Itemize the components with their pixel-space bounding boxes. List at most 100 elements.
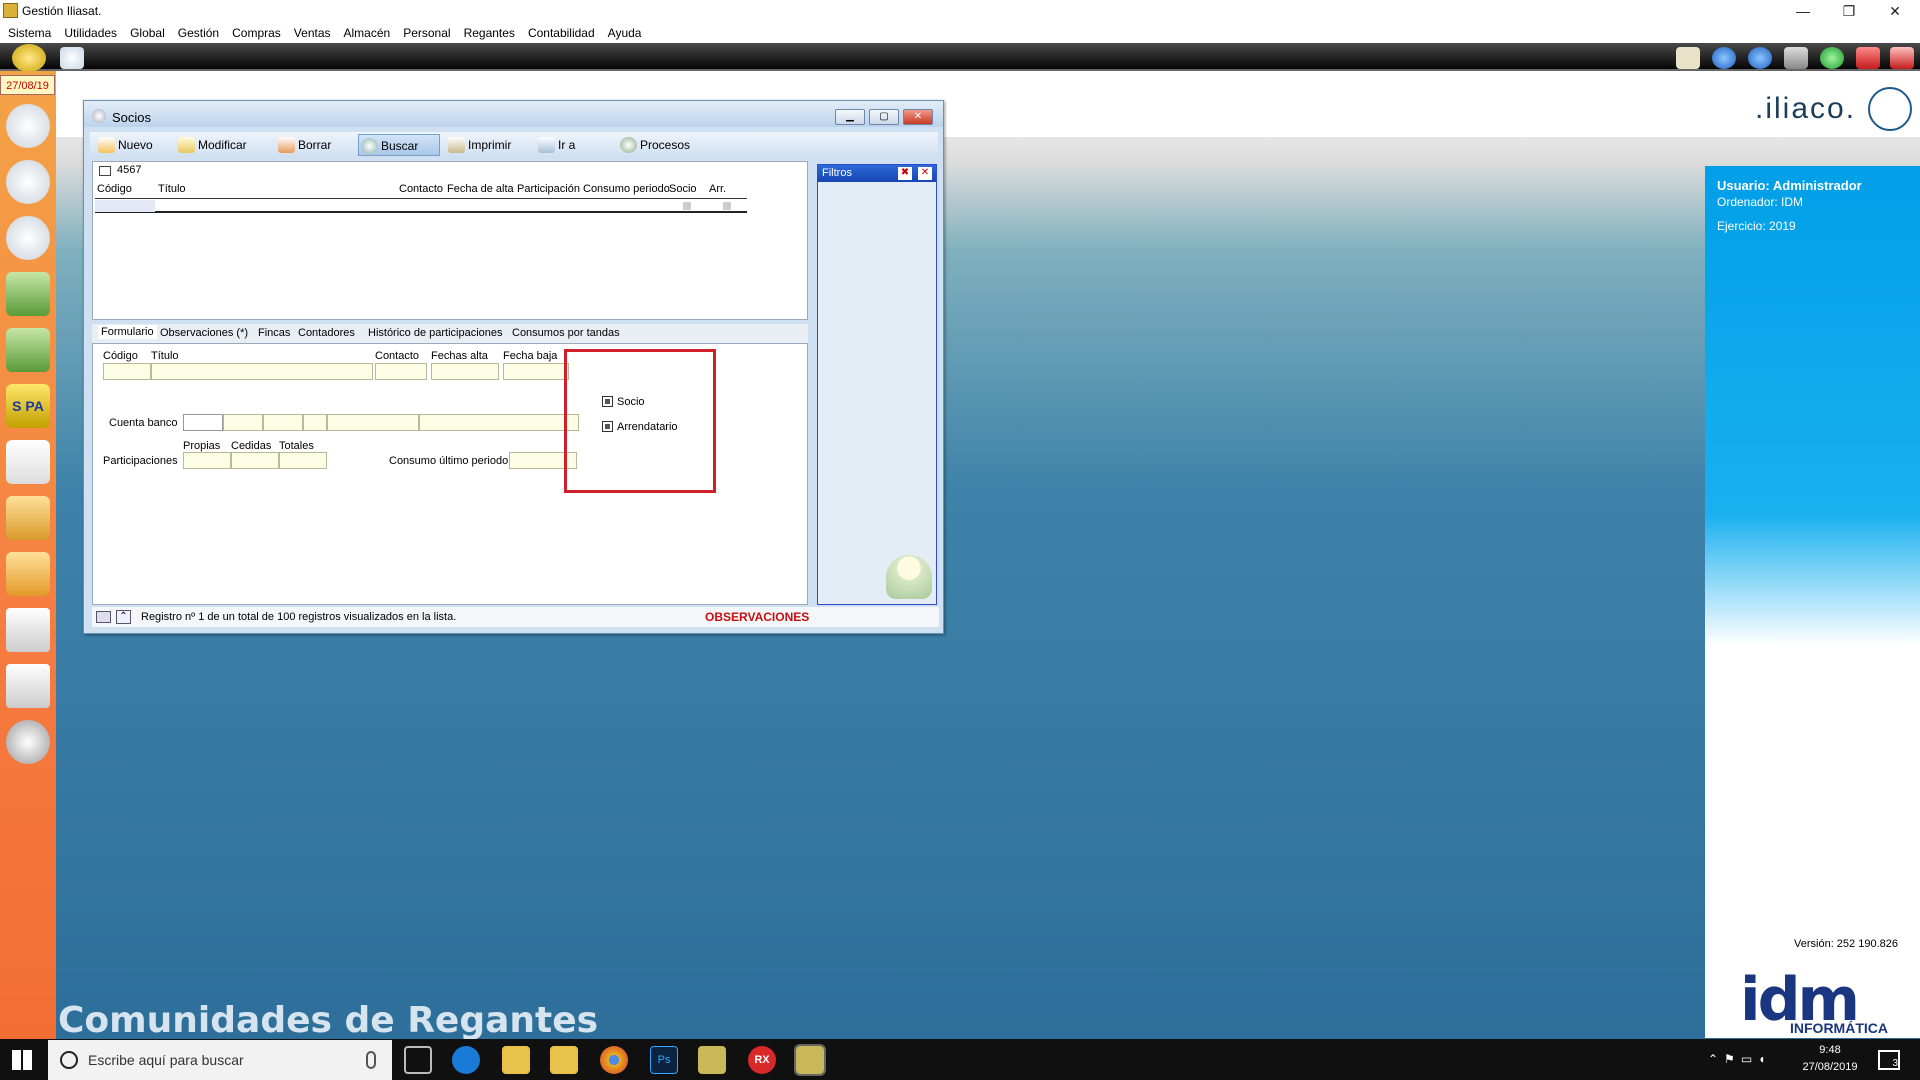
tab-observaciones[interactable]: Observaciones (*) [160,327,248,339]
buscar-button[interactable]: Buscar [358,134,440,156]
green-bag-icon[interactable] [6,272,50,316]
menu-sistema[interactable]: Sistema [8,26,51,40]
taskbar-search[interactable]: Escribe aquí para buscar [48,1040,392,1080]
windows-start-icon[interactable] [12,1050,32,1070]
col-fecha-alta[interactable]: Fecha de alta [447,183,514,195]
grid-search-input[interactable]: 4567 [117,164,141,176]
col-consumo-periodo[interactable]: Consumo periodo [583,183,670,195]
codigo-input[interactable] [103,363,151,380]
help-icon[interactable] [1820,47,1844,69]
menu-contabilidad[interactable]: Contabilidad [528,26,595,40]
cuenta-entidad-input[interactable] [183,414,223,431]
forward-arrow-icon[interactable] [1748,47,1772,69]
col-socio[interactable]: Socio [669,183,697,195]
app-iliasat-icon[interactable] [698,1046,726,1074]
notifications-icon[interactable]: 3 [1878,1050,1900,1070]
windows-list-icon[interactable] [1784,47,1808,69]
user-icon[interactable] [6,160,50,204]
fecha-baja-input[interactable] [503,363,569,380]
cuenta-dc2-input[interactable] [303,414,327,431]
photoshop-icon[interactable]: Ps [650,1046,678,1074]
row-socio-check[interactable] [683,202,691,210]
fecha-alta-input[interactable] [431,363,499,380]
menu-global[interactable]: Global [130,26,165,40]
ir-a-button[interactable]: Ir a [536,134,575,156]
chrome-icon[interactable] [600,1046,628,1074]
borrar-button[interactable]: Borrar [276,134,331,156]
col-titulo[interactable]: Título [158,183,186,195]
cuenta-numero-input[interactable] [327,414,419,431]
chevron-up-icon[interactable]: ⌃ [116,610,131,624]
procesos-button[interactable]: Procesos [618,134,690,156]
menu-utilidades[interactable]: Utilidades [64,26,117,40]
cuenta-oficina-input[interactable] [223,414,263,431]
gestion-active-icon[interactable] [794,1044,826,1076]
user-icon[interactable] [60,47,84,69]
mail-icon[interactable] [1676,47,1700,69]
person-icon[interactable] [6,216,50,260]
taskbar-clock[interactable]: 9:48 27/08/2019 [1795,1042,1865,1076]
observaciones-alert[interactable]: OBSERVACIONES [705,610,809,624]
close-button[interactable]: ✕ [1872,0,1918,22]
nuevo-button[interactable]: Nuevo [96,134,153,156]
sepa-icon[interactable]: S PA [6,384,50,428]
restore-button[interactable]: ❐ [1826,0,1872,22]
window-minimize-button[interactable]: ▁ [835,109,865,125]
row-arr-check[interactable] [723,202,731,210]
cuenta-extra-input[interactable] [419,414,579,431]
filtros-close-icon[interactable]: ✕ [918,167,932,180]
green-bag-icon-2[interactable] [6,328,50,372]
contacto-input[interactable] [375,363,427,380]
list-icon-2[interactable] [6,664,50,708]
cuenta-dc-input[interactable] [263,414,303,431]
col-contacto[interactable]: Contacto [399,183,443,195]
col-codigo[interactable]: Código [97,183,132,195]
col-arr[interactable]: Arr. [709,183,726,195]
imprimir-button[interactable]: Imprimir [446,134,511,156]
list-icon[interactable] [6,608,50,652]
rx-app-icon[interactable]: RX [748,1046,776,1074]
invoice-icon[interactable] [6,496,50,540]
mail-app-icon[interactable] [502,1046,530,1074]
results-grid: 4567 Código Título Contacto Fecha de alt… [92,161,808,320]
pencil-icon[interactable] [6,440,50,484]
tab-fincas[interactable]: Fincas [258,327,290,339]
window-maximize-button[interactable]: ▢ [869,109,899,125]
back-arrow-icon[interactable] [1712,47,1736,69]
task-view-icon[interactable] [404,1046,432,1074]
cedidas-input[interactable] [231,452,279,469]
propias-input[interactable] [183,452,231,469]
file-explorer-icon[interactable] [550,1046,578,1074]
menu-ventas[interactable]: Ventas [294,26,331,40]
tray-icons[interactable]: ⌃⚑▭◖ [1708,1052,1771,1066]
edge-icon[interactable] [452,1046,480,1074]
pin-icon[interactable]: ✖ [898,167,912,180]
window-titlebar[interactable]: Socios [84,101,943,127]
menu-gestion[interactable]: Gestión [178,26,219,40]
tab-contadores[interactable]: Contadores [298,327,355,339]
users-group-icon[interactable] [6,104,50,148]
menu-regantes[interactable]: Regantes [464,26,515,40]
menu-almacen[interactable]: Almacén [344,26,391,40]
keyboard-icon[interactable] [96,611,111,623]
tab-formulario[interactable]: Formulario [98,325,157,339]
modificar-button[interactable]: Modificar [176,134,247,156]
globe-icon[interactable] [12,44,46,72]
table-row[interactable] [95,199,747,213]
titulo-input[interactable] [151,363,373,380]
tab-consumos-tandas[interactable]: Consumos por tandas [512,327,620,339]
col-participacion[interactable]: Participación [517,183,580,195]
settings-disc-icon[interactable] [6,720,50,764]
microphone-icon[interactable] [366,1051,376,1069]
menu-personal[interactable]: Personal [403,26,450,40]
fechas-alta-label: Fechas alta [431,350,488,362]
close-window-icon[interactable] [1856,47,1880,69]
tab-historico[interactable]: Histórico de participaciones [368,327,503,339]
menu-ayuda[interactable]: Ayuda [608,26,642,40]
minimize-button[interactable]: — [1780,0,1826,22]
orange-bag-icon[interactable] [6,552,50,596]
totales-input[interactable] [279,452,327,469]
menu-compras[interactable]: Compras [232,26,281,40]
close-all-icon[interactable] [1890,47,1914,69]
window-close-button[interactable]: ✕ [903,109,933,125]
